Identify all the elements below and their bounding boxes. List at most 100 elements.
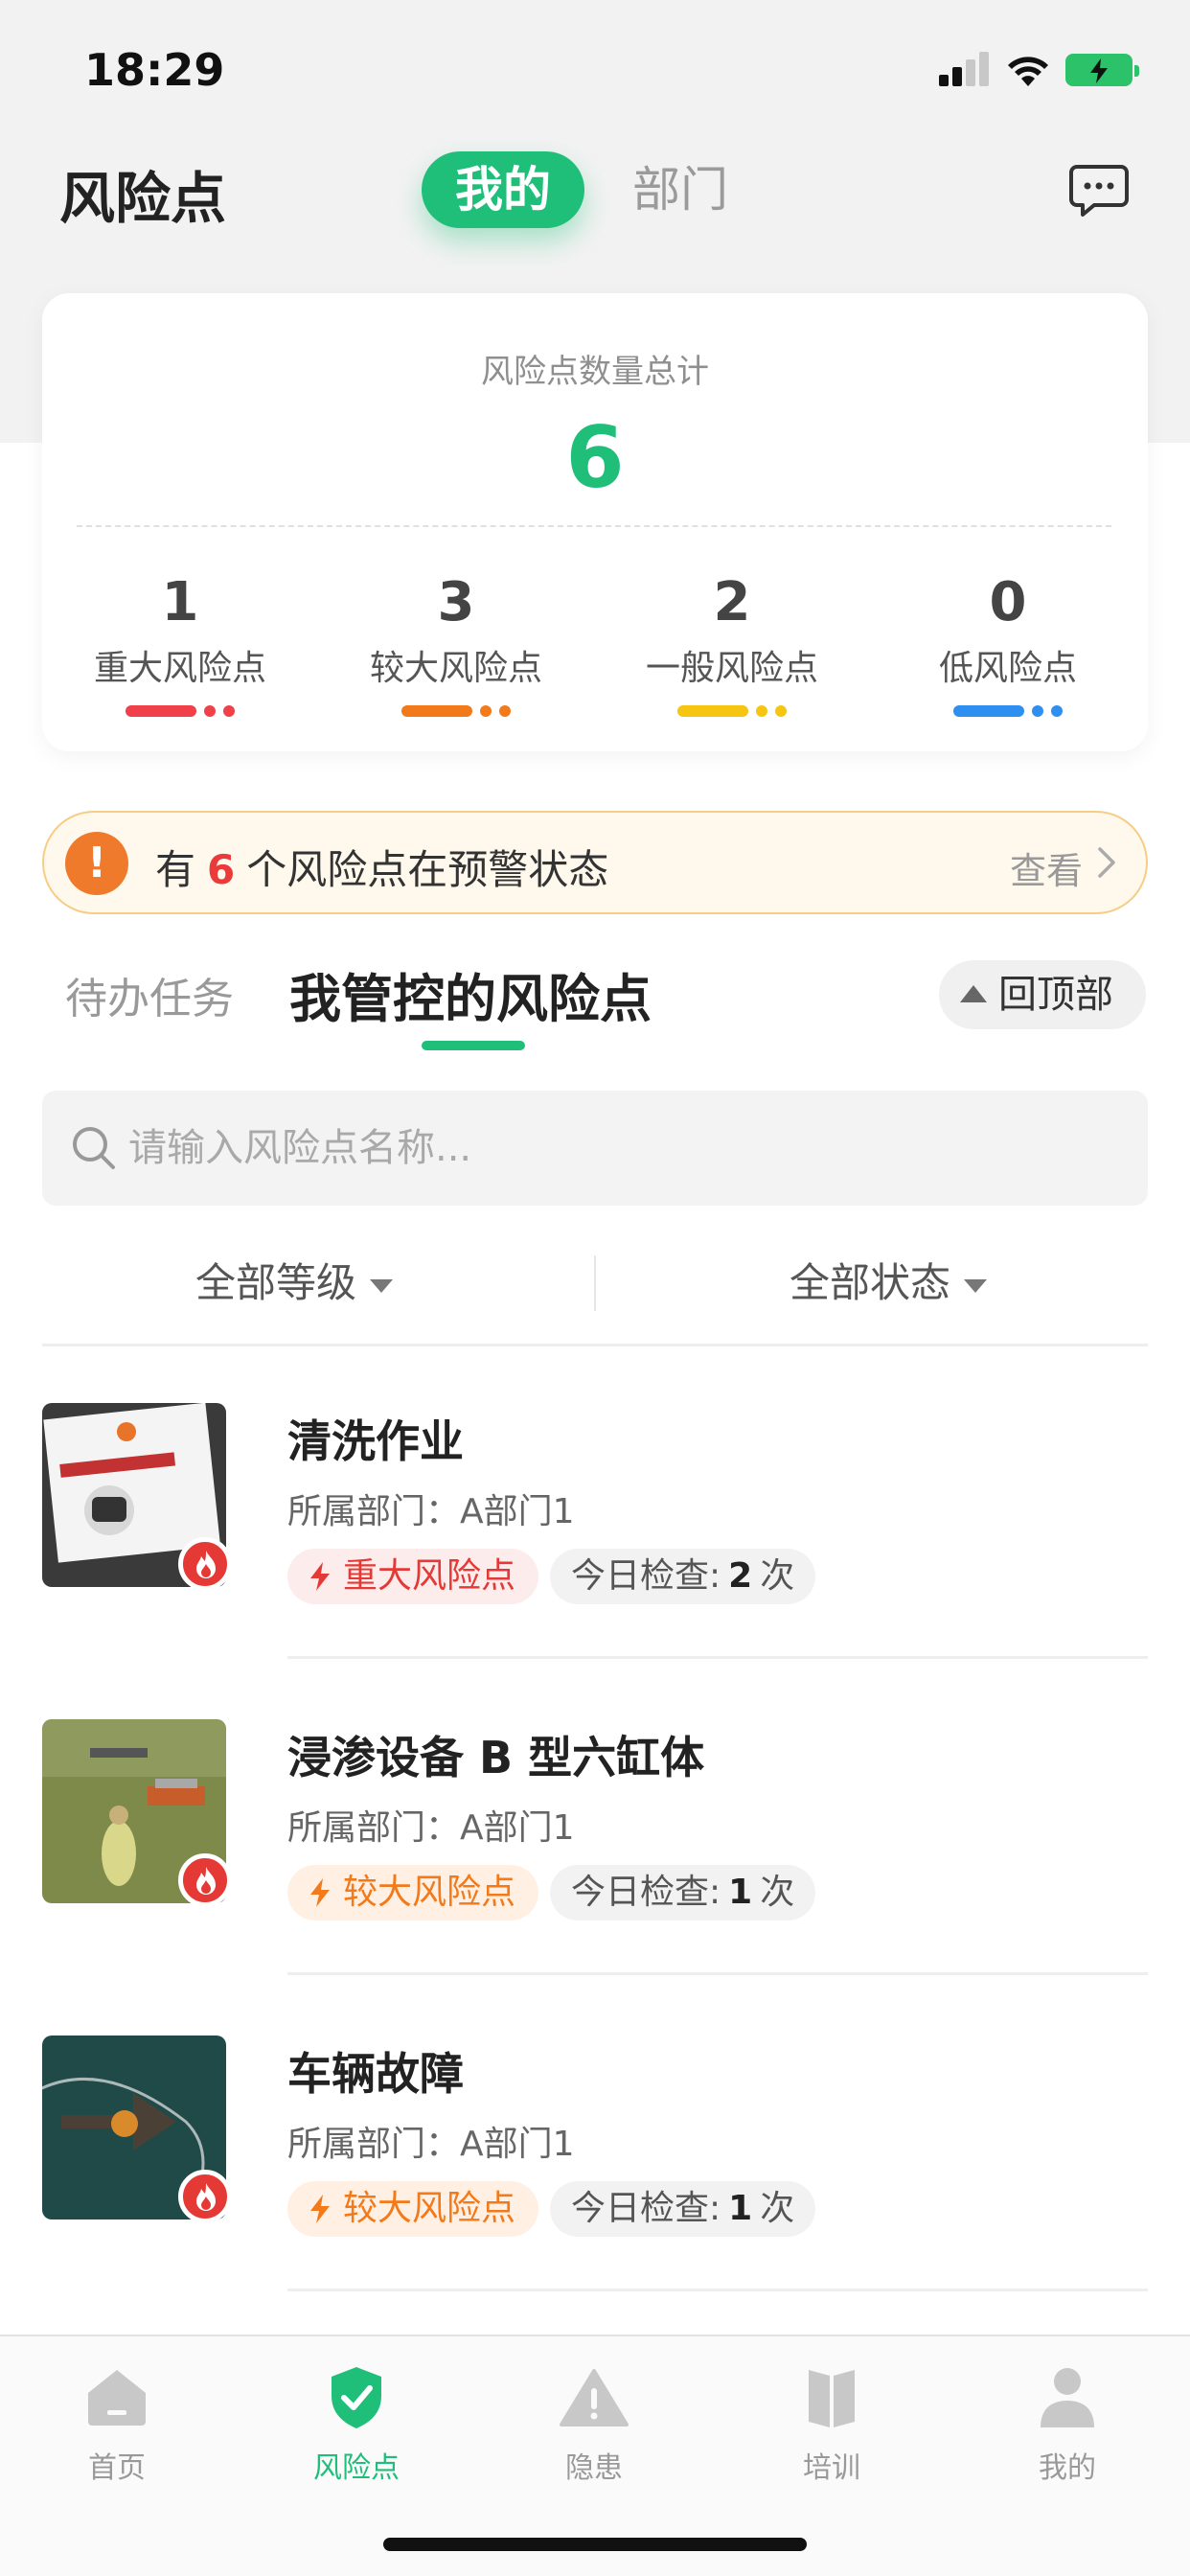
item-department: 所属部门：A部门1 bbox=[287, 1492, 575, 1531]
filter-level-label: 全部等级 bbox=[195, 1259, 357, 1306]
check-suffix: 次 bbox=[760, 1556, 795, 1596]
level-stat-low[interactable]: 0 低风险点 bbox=[870, 571, 1146, 717]
book-icon bbox=[809, 2370, 855, 2427]
filter-divider bbox=[594, 1255, 596, 1311]
inspection-count-tag: 今日检查: 1 次 bbox=[550, 2181, 816, 2237]
level-name: 一般风险点 bbox=[645, 649, 818, 688]
level-count: 0 bbox=[989, 571, 1027, 633]
risk-list-item[interactable]: 浸渗设备 B 型六缸体 所属部门：A部门1 较大风险点 今日检查: 1 次 bbox=[42, 1719, 1148, 2036]
warning-prefix: 有 bbox=[155, 846, 196, 893]
shield-check-icon bbox=[332, 2367, 381, 2428]
filter-status-dropdown[interactable]: 全部状态 bbox=[790, 1250, 988, 1317]
status-bar: 18:29 bbox=[0, 0, 1190, 134]
search-icon bbox=[73, 1127, 115, 1169]
warning-count: 6 bbox=[207, 846, 236, 893]
fire-icon bbox=[178, 1537, 232, 1591]
person-icon bbox=[1041, 2368, 1094, 2427]
tabbar-me[interactable]: 我的 bbox=[991, 2359, 1144, 2486]
warning-banner[interactable]: ! 有 6 个风险点在预警状态 查看 bbox=[42, 811, 1148, 914]
warning-text: 有 6 个风险点在预警状态 bbox=[155, 838, 608, 896]
caret-down-icon bbox=[370, 1278, 394, 1293]
risk-level-tag: 较大风险点 bbox=[287, 1865, 539, 1920]
page-title: 风险点 bbox=[59, 166, 227, 231]
home-indicator bbox=[383, 2538, 807, 2551]
level-count: 1 bbox=[161, 571, 199, 633]
check-suffix: 次 bbox=[760, 2189, 795, 2228]
level-color-bar bbox=[594, 705, 870, 717]
lightning-icon bbox=[310, 1878, 330, 1907]
message-icon[interactable] bbox=[1069, 163, 1129, 218]
check-suffix: 次 bbox=[760, 1873, 795, 1912]
active-tab-indicator bbox=[422, 1041, 525, 1050]
level-color-bar bbox=[318, 705, 594, 717]
inspection-count-tag: 今日检查: 2 次 bbox=[550, 1549, 816, 1604]
risk-level-stats: 1 重大风险点 3 较大风险点 2 一般风险点 0 低风险点 bbox=[42, 571, 1148, 717]
filter-status-label: 全部状态 bbox=[790, 1259, 951, 1306]
level-stat-large[interactable]: 3 较大风险点 bbox=[318, 571, 594, 717]
check-prefix: 今日检查: bbox=[571, 2189, 721, 2228]
check-prefix: 今日检查: bbox=[571, 1556, 721, 1596]
item-department: 所属部门：A部门1 bbox=[287, 2125, 575, 2164]
triangle-up-icon bbox=[960, 985, 987, 1002]
view-link[interactable]: 查看 bbox=[1010, 841, 1083, 894]
warning-suffix: 个风险点在预警状态 bbox=[246, 846, 609, 893]
cellular-signal-icon bbox=[939, 52, 993, 86]
lightning-icon bbox=[310, 2195, 330, 2223]
inspection-count-tag: 今日检查: 1 次 bbox=[550, 1865, 816, 1920]
fire-icon bbox=[178, 1853, 232, 1907]
risk-level-label: 重大风险点 bbox=[343, 1556, 516, 1596]
tabbar-hazards[interactable]: 隐患 bbox=[517, 2359, 671, 2486]
lightning-icon bbox=[310, 1562, 330, 1591]
risk-list-item[interactable]: 清洗作业 所属部门：A部门1 重大风险点 今日检查: 2 次 bbox=[42, 1403, 1148, 1719]
level-stat-general[interactable]: 2 一般风险点 bbox=[594, 571, 870, 717]
tab-todo-tasks[interactable]: 待办任务 bbox=[65, 964, 234, 1025]
search-input[interactable] bbox=[128, 1110, 1106, 1186]
battery-charging-icon bbox=[1065, 54, 1139, 86]
level-name: 较大风险点 bbox=[369, 649, 542, 688]
back-to-top-button[interactable]: 回顶部 bbox=[939, 960, 1146, 1029]
item-title: 浸渗设备 B 型六缸体 bbox=[287, 1732, 705, 1783]
search-bar bbox=[42, 1091, 1148, 1206]
risk-level-tag: 较大风险点 bbox=[287, 2181, 539, 2237]
tabbar-label: 培训 bbox=[803, 2451, 860, 2485]
risk-level-label: 较大风险点 bbox=[343, 1873, 516, 1912]
tabbar-label: 风险点 bbox=[313, 2451, 400, 2485]
tabbar-home[interactable]: 首页 bbox=[40, 2359, 194, 2486]
tabbar-training[interactable]: 培训 bbox=[755, 2359, 908, 2486]
summary-total: 6 bbox=[565, 408, 625, 507]
risk-list-item[interactable]: 车辆故障 所属部门：A部门1 较大风险点 今日检查: 1 次 bbox=[42, 2036, 1148, 2352]
risk-summary-card: 风险点数量总计 6 1 重大风险点 3 较大风险点 2 一般风险点 0 低风险点 bbox=[42, 293, 1148, 751]
caret-down-icon bbox=[964, 1278, 988, 1293]
chevron-right-icon bbox=[1098, 847, 1115, 878]
item-department: 所属部门：A部门1 bbox=[287, 1808, 575, 1848]
level-color-bar bbox=[870, 705, 1146, 717]
item-divider bbox=[287, 1972, 1148, 1975]
level-color-bar bbox=[42, 705, 318, 717]
level-stat-major[interactable]: 1 重大风险点 bbox=[42, 571, 318, 717]
tabbar-label: 我的 bbox=[1039, 2451, 1096, 2485]
segment-mine[interactable]: 我的 bbox=[422, 151, 584, 228]
divider bbox=[77, 525, 1111, 527]
item-title: 车辆故障 bbox=[287, 2048, 464, 2100]
wifi-icon bbox=[1008, 57, 1048, 86]
level-count: 2 bbox=[713, 571, 751, 633]
tab-my-risk-points[interactable]: 我管控的风险点 bbox=[289, 956, 652, 1032]
tabbar-risk-points[interactable]: 风险点 bbox=[280, 2359, 433, 2486]
tabbar-label: 首页 bbox=[88, 2451, 146, 2485]
segment-department[interactable]: 部门 bbox=[632, 151, 728, 228]
check-prefix: 今日检查: bbox=[571, 1873, 721, 1912]
warning-icon bbox=[560, 2369, 629, 2426]
level-name: 重大风险点 bbox=[93, 649, 266, 688]
check-count: 1 bbox=[728, 1873, 753, 1912]
fire-icon bbox=[178, 2170, 232, 2223]
item-divider bbox=[287, 1656, 1148, 1659]
back-to-top-label: 回顶部 bbox=[998, 973, 1113, 1017]
item-divider bbox=[287, 2288, 1148, 2291]
level-name: 低风险点 bbox=[938, 649, 1077, 688]
check-count: 2 bbox=[728, 1556, 753, 1596]
level-count: 3 bbox=[437, 571, 475, 633]
filter-level-dropdown[interactable]: 全部等级 bbox=[195, 1250, 394, 1317]
status-time: 18:29 bbox=[84, 44, 225, 96]
filter-bottom-divider bbox=[42, 1344, 1148, 1346]
home-icon bbox=[88, 2370, 146, 2426]
